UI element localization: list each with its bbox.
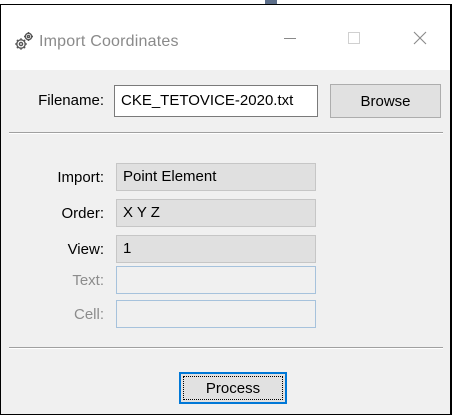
text-label: Text:	[72, 272, 104, 289]
view-value: 1	[116, 235, 316, 263]
import-coordinates-dialog: Import Coordinates Filename: CKE_TETOVIC…	[0, 4, 452, 415]
close-button[interactable]	[397, 23, 443, 57]
order-value: X Y Z	[116, 199, 316, 227]
maximize-button[interactable]	[331, 23, 377, 57]
title-bar[interactable]: Import Coordinates	[1, 5, 450, 70]
maximize-icon	[347, 31, 361, 50]
filename-label: Filename:	[38, 92, 104, 109]
process-button-label: Process	[205, 379, 261, 397]
text-input[interactable]	[116, 266, 316, 294]
separator-bottom	[9, 347, 443, 349]
browse-button[interactable]: Browse	[330, 84, 441, 118]
gear-cog-icon	[13, 30, 35, 52]
filename-input[interactable]: CKE_TETOVICE-2020.txt	[114, 85, 318, 117]
process-button[interactable]: Process	[179, 372, 287, 404]
window-title: Import Coordinates	[39, 33, 179, 50]
import-value: Point Element	[116, 163, 316, 191]
import-label: Import:	[57, 169, 104, 186]
order-label: Order:	[61, 205, 104, 222]
cell-label: Cell:	[73, 306, 104, 323]
minimize-icon	[283, 31, 297, 50]
cell-input[interactable]	[116, 300, 316, 328]
view-label: View:	[67, 241, 104, 258]
separator-top	[9, 132, 443, 134]
minimize-button[interactable]	[267, 23, 313, 57]
close-icon	[412, 30, 428, 51]
screen: Import Coordinates Filename: CKE_TETOVIC…	[0, 0, 454, 415]
